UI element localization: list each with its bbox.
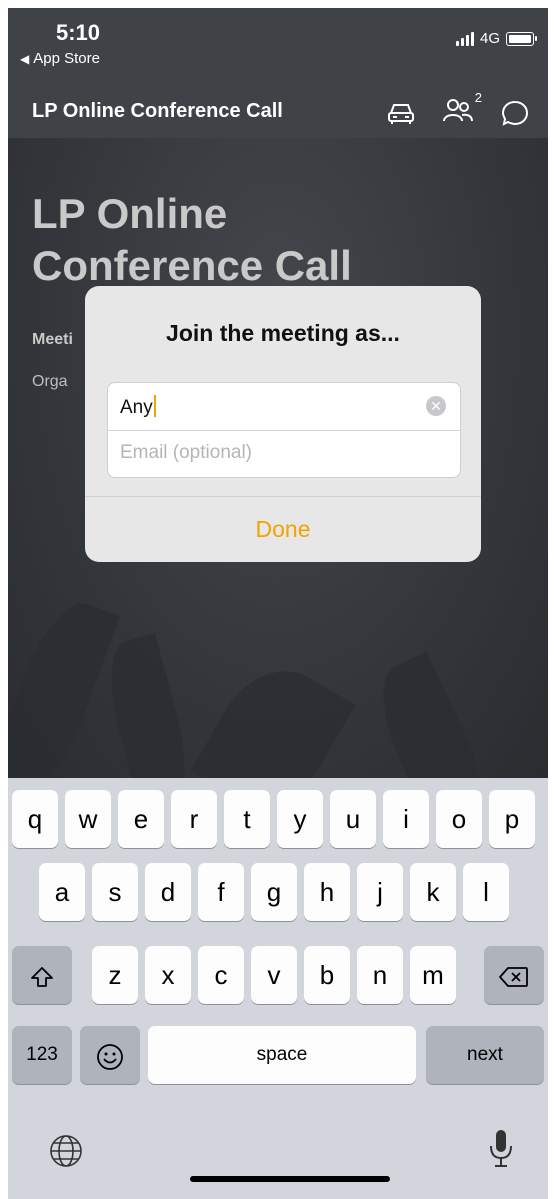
key-i[interactable]: i	[383, 790, 429, 848]
nav-bar: LP Online Conference Call 2	[8, 86, 548, 138]
app-screen: 5:10 ◀ App Store 4G LP Online Conference …	[8, 8, 548, 1199]
email-field[interactable]: Email (optional)	[108, 430, 460, 477]
clear-text-icon[interactable]: ✕	[426, 396, 446, 416]
key-z[interactable]: z	[92, 946, 138, 1004]
home-indicator[interactable]	[190, 1176, 390, 1182]
shift-arrow-icon	[31, 967, 53, 988]
participants-button[interactable]: 2	[442, 90, 482, 129]
meeting-label: Meeti	[32, 331, 73, 348]
network-type: 4G	[479, 30, 500, 47]
space-key[interactable]: space	[148, 1026, 416, 1084]
key-b[interactable]: b	[304, 946, 350, 1004]
key-e[interactable]: e	[118, 790, 164, 848]
meeting-title-line1: LP Online	[32, 190, 228, 237]
signal-icon	[455, 31, 474, 46]
text-caret	[153, 395, 156, 417]
key-l[interactable]: l	[463, 863, 509, 921]
microphone-icon[interactable]	[486, 1128, 516, 1170]
key-t[interactable]: t	[224, 790, 270, 848]
dialog-fields: Any ✕ Email (optional)	[107, 382, 461, 478]
key-j[interactable]: j	[357, 863, 403, 921]
participants-icon	[443, 99, 473, 122]
key-s[interactable]: s	[92, 863, 138, 921]
emoji-key[interactable]	[80, 1026, 140, 1084]
meeting-title-line2: Conference Call	[32, 242, 352, 289]
nav-actions: 2	[386, 90, 530, 129]
car-icon[interactable]	[386, 99, 416, 127]
keyboard: q w e r t y u i o p a s d f g h j k l z …	[8, 778, 548, 1199]
meeting-title: LP Online Conference Call	[32, 188, 352, 292]
key-f[interactable]: f	[198, 863, 244, 921]
name-text: Any	[120, 397, 153, 418]
email-placeholder: Email (optional)	[120, 442, 252, 463]
system-indicators: 4G	[455, 30, 537, 47]
name-field-value: Any	[120, 395, 156, 419]
key-a[interactable]: a	[39, 863, 85, 921]
back-triangle-icon: ◀	[20, 52, 30, 66]
organizer-label: Orga	[32, 373, 68, 390]
key-m[interactable]: m	[410, 946, 456, 1004]
name-field[interactable]: Any ✕	[108, 383, 460, 431]
key-k[interactable]: k	[410, 863, 456, 921]
emoji-icon	[97, 1044, 123, 1071]
numbers-key[interactable]: 123	[12, 1026, 72, 1084]
back-to-app-store-link[interactable]: ◀ App Store	[20, 50, 100, 67]
key-c[interactable]: c	[198, 946, 244, 1004]
participants-badge: 2	[474, 90, 482, 105]
delete-key[interactable]	[484, 946, 544, 1004]
dialog-title: Join the meeting as...	[166, 320, 400, 346]
status-time: 5:10	[56, 20, 101, 45]
key-q[interactable]: q	[12, 790, 58, 848]
backspace-icon	[499, 967, 528, 988]
key-y[interactable]: y	[277, 790, 323, 848]
key-v[interactable]: v	[251, 946, 297, 1004]
done-button[interactable]: Done	[85, 497, 481, 562]
key-d[interactable]: d	[145, 863, 191, 921]
key-w[interactable]: w	[65, 790, 111, 848]
globe-icon[interactable]	[48, 1133, 84, 1169]
nav-title: LP Online Conference Call	[32, 100, 283, 122]
battery-icon	[506, 31, 537, 46]
join-meeting-dialog: Join the meeting as... Any ✕ Email (opti…	[85, 286, 481, 562]
key-h[interactable]: h	[304, 863, 350, 921]
key-p[interactable]: p	[489, 790, 535, 848]
key-x[interactable]: x	[145, 946, 191, 1004]
shift-key[interactable]	[12, 946, 72, 1004]
key-o[interactable]: o	[436, 790, 482, 848]
status-bar: 5:10 ◀ App Store 4G	[8, 8, 548, 86]
next-key[interactable]: next	[426, 1026, 544, 1084]
leaf-decoration	[8, 592, 121, 804]
key-n[interactable]: n	[357, 946, 403, 1004]
key-u[interactable]: u	[330, 790, 376, 848]
back-app-label: App Store	[33, 50, 100, 67]
chat-icon[interactable]	[500, 98, 530, 128]
key-g[interactable]: g	[251, 863, 297, 921]
key-r[interactable]: r	[171, 790, 217, 848]
